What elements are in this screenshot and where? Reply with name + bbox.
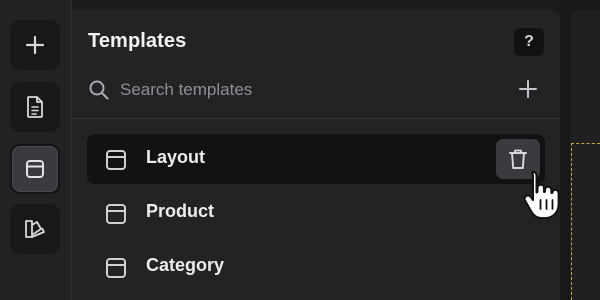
pages-button[interactable] — [10, 82, 60, 132]
document-icon — [27, 96, 43, 118]
layout-icon — [106, 150, 126, 170]
plus-icon — [25, 35, 45, 55]
templates-panel: Templates ? Layout Product — [72, 10, 560, 300]
search-icon — [89, 80, 109, 100]
add-template-icon[interactable] — [518, 79, 538, 99]
template-item-product[interactable]: Product — [87, 188, 545, 238]
template-item-label: Product — [146, 201, 215, 221]
layout-icon — [106, 204, 126, 224]
left-rail — [0, 0, 72, 300]
canvas-frame-outline — [571, 143, 600, 300]
template-item-layout[interactable]: Layout — [87, 134, 545, 184]
layout-icon — [106, 258, 126, 278]
templates-button[interactable] — [10, 144, 60, 194]
divider — [72, 118, 560, 119]
add-button[interactable] — [10, 20, 60, 70]
template-item-category[interactable]: Category — [87, 242, 545, 292]
hand-pointer-cursor-icon — [523, 171, 560, 220]
search-input[interactable] — [120, 76, 500, 104]
help-button[interactable]: ? — [514, 28, 544, 56]
swatches-icon — [25, 220, 45, 238]
panel-title: Templates — [88, 30, 187, 52]
layout-icon — [26, 160, 44, 178]
template-item-label: Layout — [146, 147, 206, 167]
template-item-label: Category — [146, 255, 225, 275]
styles-button[interactable] — [10, 204, 60, 254]
